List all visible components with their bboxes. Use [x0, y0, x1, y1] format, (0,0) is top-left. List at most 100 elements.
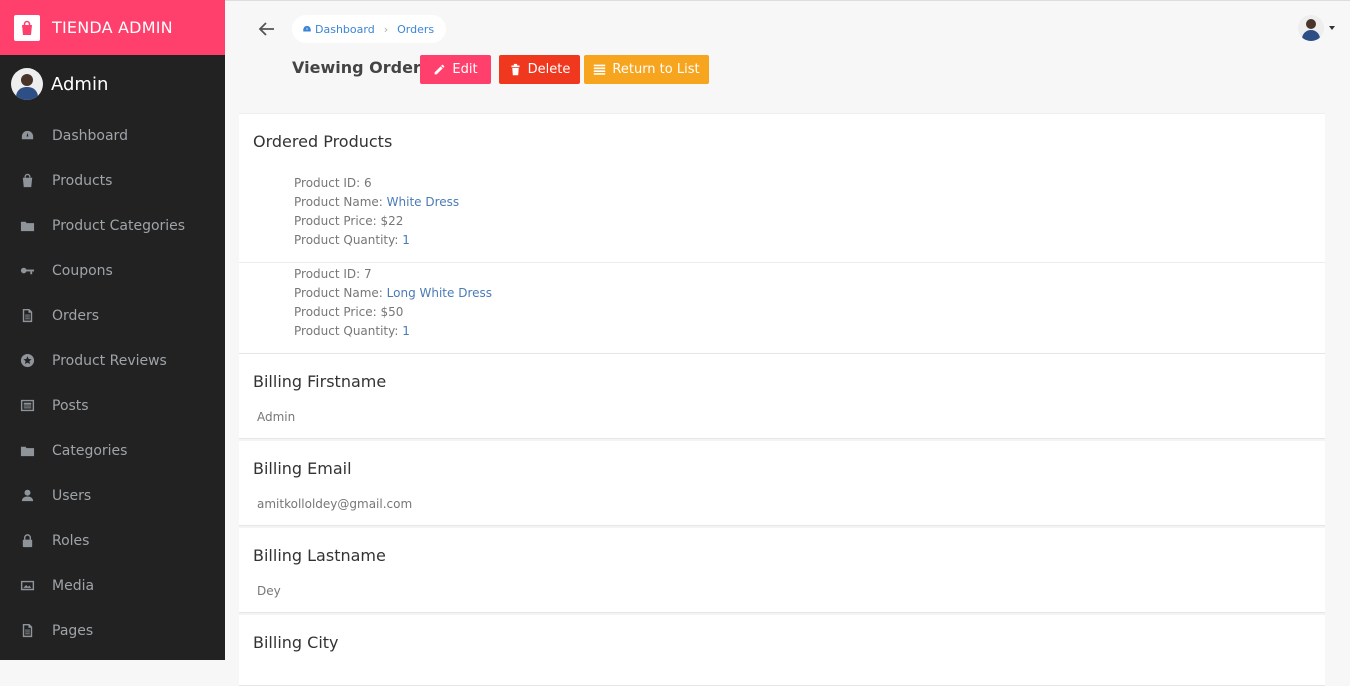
sidebar-item-orders[interactable]: Orders [0, 293, 225, 338]
sidebar-item-label: Roles [52, 532, 90, 549]
product-name-link[interactable]: White Dress [387, 195, 460, 209]
key-icon [19, 263, 35, 279]
newspaper-icon [19, 398, 35, 414]
return-button-label: Return to List [612, 62, 700, 77]
field-label: Product Name: [294, 195, 387, 209]
trash-icon [511, 63, 520, 76]
sidebar-item-label: Pages [52, 622, 94, 639]
product-name-row: Product Name: Long White Dress [294, 284, 1325, 303]
folder-icon [19, 218, 35, 234]
breadcrumb-dashboard[interactable]: Dashboard [315, 23, 375, 36]
sidebar-item-categories[interactable]: Categories [0, 428, 225, 473]
sidebar-item-roles[interactable]: Roles [0, 518, 225, 563]
billing-email-section: Billing Email amitkolloldey@gmail.com [239, 441, 1325, 526]
product-id: 7 [364, 267, 372, 281]
product-price-row: Product Price: $22 [294, 212, 1325, 231]
pencil-icon [435, 64, 445, 75]
field-label: Product Name: [294, 286, 387, 300]
section-title: Billing Email [253, 459, 352, 478]
product-id-row: Product ID: 6 [294, 174, 1325, 193]
field-value: Admin [257, 410, 296, 424]
sidebar-item-coupons[interactable]: Coupons [0, 248, 225, 293]
sidebar-item-media[interactable]: Media [0, 563, 225, 608]
order-detail-panel: Ordered Products Product ID: 6 Product N… [239, 113, 1325, 686]
delete-button[interactable]: Delete [499, 55, 580, 84]
chevron-right-icon: › [383, 22, 389, 36]
field-label: Product Quantity: [294, 233, 403, 247]
field-value: amitkolloldey@gmail.com [257, 497, 413, 511]
sidebar-item-pages[interactable]: Pages [0, 608, 225, 653]
sidebar-user-name: Admin [51, 73, 109, 95]
shopping-bag-icon [14, 14, 40, 41]
delete-button-label: Delete [527, 62, 571, 77]
sidebar-item-label: Coupons [52, 262, 113, 279]
main-content: Dashboard › Orders Viewing Order Edit De… [225, 0, 1350, 686]
brand-title: TIENDA ADMIN [52, 18, 173, 37]
sidebar-item-label: Users [52, 487, 92, 504]
sidebar-item-products[interactable]: Products [0, 158, 225, 203]
ordered-products-section: Ordered Products Product ID: 6 Product N… [239, 114, 1325, 354]
product-name-link[interactable]: Long White Dress [387, 286, 492, 300]
field-label: Product ID: [294, 267, 365, 281]
sidebar-item-users[interactable]: Users [0, 473, 225, 518]
edit-button-label: Edit [452, 62, 478, 77]
field-value: Dey [257, 584, 281, 598]
product-quantity-row: Product Quantity: 1 [294, 231, 1325, 250]
breadcrumb: Dashboard › Orders [292, 15, 447, 43]
user-menu-avatar[interactable] [1298, 15, 1324, 41]
product-quantity: 1 [402, 233, 410, 247]
section-title: Billing Lastname [253, 546, 386, 565]
list-item: Product ID: 7 Product Name: Long White D… [239, 262, 1325, 353]
sidebar-item-label: Products [52, 172, 113, 189]
field-value [239, 663, 1325, 685]
return-to-list-button[interactable]: Return to List [584, 55, 709, 84]
sidebar-item-dashboard[interactable]: Dashboard [0, 113, 225, 158]
breadcrumb-orders[interactable]: Orders [397, 23, 434, 36]
sidebar-item-label: Categories [52, 442, 128, 459]
sidebar-item-product-reviews[interactable]: Product Reviews [0, 338, 225, 383]
product-quantity: 1 [402, 324, 410, 338]
page-title: Viewing Order [292, 58, 421, 77]
section-title: Billing Firstname [253, 372, 387, 391]
shopping-bag-icon [19, 173, 35, 189]
sidebar-item-label: Posts [52, 397, 89, 414]
product-price-row: Product Price: $50 [294, 303, 1325, 322]
sidebar-item-label: Media [52, 577, 95, 594]
back-arrow-icon[interactable] [255, 18, 277, 40]
section-title: Billing City [253, 633, 339, 652]
sidebar: Admin Dashboard Products Product Categor… [0, 55, 225, 660]
field-label: Product Price: [294, 214, 381, 228]
billing-city-section: Billing City [239, 615, 1325, 686]
sidebar-item-label: Product Reviews [52, 352, 167, 369]
list-icon [594, 64, 606, 75]
sidebar-user[interactable]: Admin [0, 55, 225, 113]
product-name-row: Product Name: White Dress [294, 193, 1325, 212]
dashboard-icon [302, 24, 312, 34]
sidebar-item-label: Product Categories [52, 217, 186, 234]
product-id: 6 [364, 176, 372, 190]
product-price: $22 [380, 214, 404, 228]
billing-lastname-section: Billing Lastname Dey [239, 528, 1325, 613]
list-item: Product ID: 6 Product Name: White Dress … [239, 162, 1325, 262]
user-icon [19, 488, 35, 504]
product-quantity-row: Product Quantity: 1 [294, 322, 1325, 341]
star-icon [19, 353, 35, 369]
product-id-row: Product ID: 7 [294, 265, 1325, 284]
brand-bar[interactable]: TIENDA ADMIN [0, 0, 225, 55]
field-label: Product Price: [294, 305, 381, 319]
file-icon [19, 308, 35, 324]
file-icon [19, 623, 35, 639]
sidebar-item-label: Dashboard [52, 127, 128, 144]
image-icon [19, 578, 35, 594]
edit-button[interactable]: Edit [420, 55, 491, 84]
sidebar-item-label: Orders [52, 307, 100, 324]
section-title: Ordered Products [253, 132, 393, 151]
folder-icon [19, 443, 35, 459]
billing-firstname-section: Billing Firstname Admin [239, 354, 1325, 439]
sidebar-item-posts[interactable]: Posts [0, 383, 225, 428]
lock-icon [19, 533, 35, 549]
sidebar-item-product-categories[interactable]: Product Categories [0, 203, 225, 248]
field-label: Product Quantity: [294, 324, 403, 338]
chevron-down-icon[interactable] [1329, 26, 1335, 30]
field-label: Product ID: [294, 176, 365, 190]
